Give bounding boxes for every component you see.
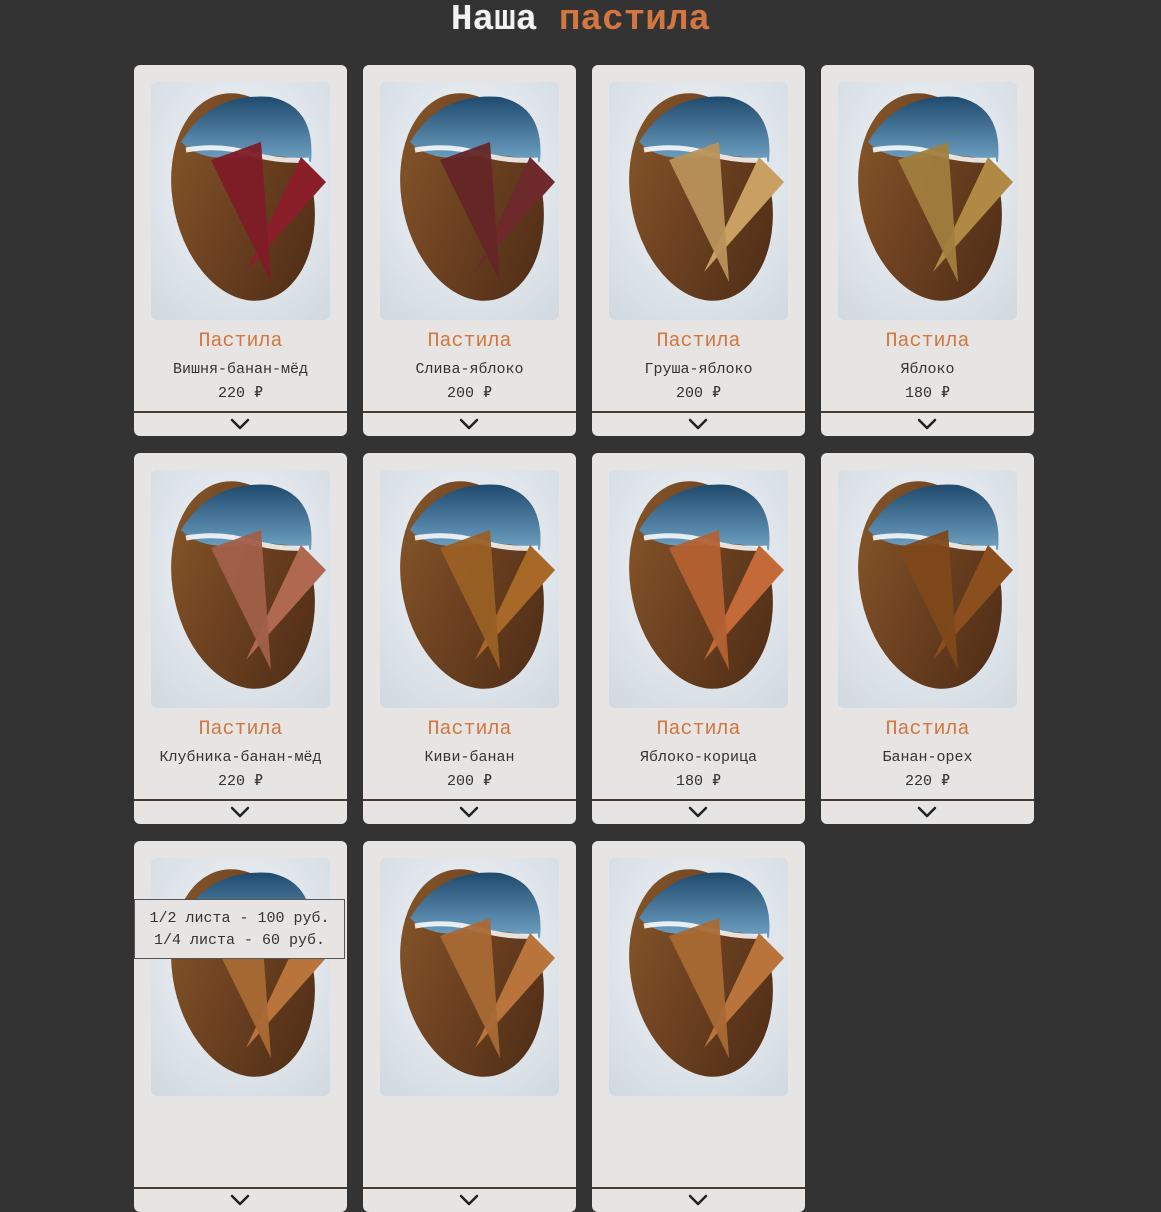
product-photo xyxy=(838,470,1017,708)
product-card: Пастила Груша-яблоко 200 ₽ xyxy=(592,65,805,436)
expand-button[interactable] xyxy=(592,411,805,436)
product-flavor: Клубника-банан-мёд xyxy=(159,749,322,766)
title-prefix: Наша xyxy=(450,0,538,40)
product-card: Пастила Клубника-банан-мёд 220 ₽ xyxy=(134,453,347,824)
product-price: 220 ₽ xyxy=(217,385,264,402)
product-price: 200 ₽ xyxy=(446,773,493,790)
popup-line-quarter: 1/4 листа - 60 руб. xyxy=(153,932,326,949)
expand-button[interactable] xyxy=(363,1187,576,1212)
product-flavor: Груша-яблоко xyxy=(644,361,753,378)
chevron-down-icon xyxy=(459,418,479,430)
product-card xyxy=(134,841,347,1212)
product-photo xyxy=(380,82,559,320)
product-card: Пастила Яблоко-корица 180 ₽ xyxy=(592,453,805,824)
expand-button[interactable] xyxy=(363,411,576,436)
expand-button[interactable] xyxy=(363,799,576,824)
product-title: Пастила xyxy=(427,718,512,741)
product-title: Пастила xyxy=(885,718,970,741)
expand-button[interactable] xyxy=(134,799,347,824)
product-flavor: Яблоко xyxy=(900,361,955,378)
product-title: Пастила xyxy=(198,330,283,353)
expand-button[interactable] xyxy=(821,799,1034,824)
product-card: Пастила Киви-банан 200 ₽ xyxy=(363,453,576,824)
product-photo xyxy=(151,470,330,708)
chevron-down-icon xyxy=(230,1194,250,1206)
product-card xyxy=(592,841,805,1212)
product-title: Пастила xyxy=(656,718,741,741)
product-photo xyxy=(380,858,559,1096)
product-photo xyxy=(609,858,788,1096)
chevron-down-icon xyxy=(688,806,708,818)
chevron-down-icon xyxy=(917,418,937,430)
product-card: Пастила Банан-орех 220 ₽ xyxy=(821,453,1034,824)
size-price-popup: 1/2 листа - 100 руб. 1/4 листа - 60 руб. xyxy=(134,899,345,959)
expand-button[interactable] xyxy=(134,411,347,436)
product-flavor: Киви-банан xyxy=(424,749,515,766)
chevron-down-icon xyxy=(688,418,708,430)
page-title: Наша пастила xyxy=(0,0,1161,40)
product-title: Пастила xyxy=(656,330,741,353)
chevron-down-icon xyxy=(230,418,250,430)
product-photo xyxy=(151,82,330,320)
product-card xyxy=(363,841,576,1212)
product-card: Пастила Вишня-банан-мёд 220 ₽ xyxy=(134,65,347,436)
expand-button[interactable] xyxy=(592,799,805,824)
chevron-down-icon xyxy=(459,806,479,818)
product-flavor: Вишня-банан-мёд xyxy=(172,361,309,378)
product-photo xyxy=(380,470,559,708)
chevron-down-icon xyxy=(917,806,937,818)
product-flavor: Яблоко-корица xyxy=(639,749,758,766)
product-photo xyxy=(609,82,788,320)
chevron-down-icon xyxy=(688,1194,708,1206)
product-price: 220 ₽ xyxy=(904,773,951,790)
title-accent: пастила xyxy=(558,0,711,40)
product-flavor: Банан-орех xyxy=(882,749,973,766)
product-price: 200 ₽ xyxy=(446,385,493,402)
product-photo xyxy=(609,470,788,708)
product-title: Пастила xyxy=(198,718,283,741)
product-card: Пастила Слива-яблоко 200 ₽ xyxy=(363,65,576,436)
product-title: Пастила xyxy=(885,330,970,353)
expand-button[interactable] xyxy=(821,411,1034,436)
product-flavor: Слива-яблоко xyxy=(415,361,524,378)
expand-button[interactable] xyxy=(592,1187,805,1212)
product-title: Пастила xyxy=(427,330,512,353)
expand-button[interactable] xyxy=(134,1187,347,1212)
popup-line-half: 1/2 листа - 100 руб. xyxy=(149,910,330,927)
product-price: 180 ₽ xyxy=(904,385,951,402)
product-grid: Пастила Вишня-банан-мёд 220 ₽ Пастила Сл… xyxy=(134,65,1034,1212)
chevron-down-icon xyxy=(230,806,250,818)
product-price: 220 ₽ xyxy=(217,773,264,790)
product-card: Пастила Яблоко 180 ₽ xyxy=(821,65,1034,436)
product-photo xyxy=(151,858,330,1096)
product-price: 180 ₽ xyxy=(675,773,722,790)
product-photo xyxy=(838,82,1017,320)
chevron-down-icon xyxy=(459,1194,479,1206)
product-price: 200 ₽ xyxy=(675,385,722,402)
